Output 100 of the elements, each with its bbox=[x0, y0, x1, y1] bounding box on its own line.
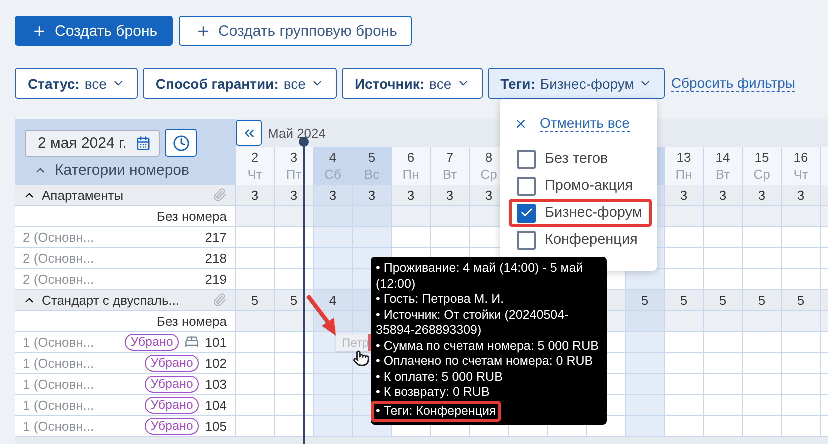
grid-cell bbox=[314, 374, 353, 395]
grid-cell bbox=[704, 248, 743, 269]
paperclip-icon bbox=[213, 188, 227, 202]
count-cell: 3 bbox=[743, 185, 782, 206]
checkbox[interactable] bbox=[517, 204, 536, 222]
count-cell: 5 bbox=[665, 290, 704, 311]
filter-dropdown[interactable]: Теги: Бизнес-форум bbox=[488, 68, 666, 99]
grid-cell bbox=[665, 311, 704, 332]
tag-option[interactable]: Конференция bbox=[509, 226, 652, 254]
room-row[interactable]: 1 (Основн... Убрано 102 bbox=[15, 353, 236, 374]
tooltip-line: • Оплачено по счетам номера: 0 RUB bbox=[375, 354, 594, 370]
filter-dropdown[interactable]: Способ гарантии: все bbox=[142, 68, 337, 99]
grid-cell bbox=[236, 416, 275, 437]
month-label: Май 2024 bbox=[268, 126, 326, 140]
grid-cell bbox=[704, 227, 743, 248]
room-row[interactable]: 1 (Основн... Убрано 104 bbox=[15, 395, 236, 416]
calendar-icon bbox=[136, 136, 151, 150]
grid-cell bbox=[743, 395, 782, 416]
tooltip-line: • К оплате: 5 000 RUB bbox=[375, 370, 504, 385]
grid-cell bbox=[704, 206, 743, 227]
grid-cell bbox=[782, 353, 821, 374]
room-row[interactable]: 1 (Основн... Убрано 103 bbox=[15, 374, 236, 395]
grid-cell bbox=[275, 416, 314, 437]
grid-cell bbox=[392, 227, 431, 248]
tag-option[interactable]: Бизнес-форум bbox=[509, 199, 652, 227]
count-cell: 5 bbox=[275, 290, 314, 311]
tag-option[interactable]: Промо-акция bbox=[509, 172, 652, 200]
day-header: 14 Вт bbox=[704, 147, 743, 185]
grid-cell bbox=[782, 269, 821, 290]
grid-cell bbox=[704, 269, 743, 290]
category-row[interactable]: Стандарт с двуспаль... bbox=[15, 290, 236, 311]
room-row[interactable]: 1 (Основн... Убрано 101 bbox=[15, 332, 236, 353]
tag-option[interactable]: Без тегов bbox=[509, 145, 652, 173]
count-cell: 5 bbox=[626, 290, 665, 311]
count-cell: 3 bbox=[392, 185, 431, 206]
grid-cell bbox=[236, 332, 275, 353]
grid-cell bbox=[314, 416, 353, 437]
filter-dropdown[interactable]: Статус: все bbox=[15, 68, 138, 99]
day-header: 13 Пн bbox=[665, 147, 704, 185]
status-badge: Убрано bbox=[144, 354, 200, 372]
day-header: 6 Пн bbox=[392, 147, 431, 185]
count-cell: 5 bbox=[704, 290, 743, 311]
categories-header: Категории номеров bbox=[55, 162, 190, 179]
clear-all-link[interactable]: Отменить все bbox=[540, 115, 630, 132]
room-row[interactable]: 2 (Основн... 217 bbox=[15, 227, 236, 248]
grid-cell bbox=[743, 374, 782, 395]
status-badge: Убрано bbox=[124, 334, 180, 350]
checkbox[interactable] bbox=[517, 230, 536, 250]
grid-cell bbox=[236, 206, 275, 227]
grid-cell bbox=[236, 374, 275, 395]
tooltip-line: • Сумма по счетам номера: 5 000 RUB bbox=[375, 338, 600, 354]
status-badge: Убрано bbox=[144, 396, 200, 414]
create-booking-button[interactable]: Создать бронь bbox=[15, 16, 173, 46]
grid-cell bbox=[626, 395, 665, 416]
grid-cell bbox=[782, 416, 821, 437]
room-row[interactable]: 1 (Основн... Убрано 105 bbox=[15, 416, 236, 437]
clock-button[interactable] bbox=[165, 129, 197, 157]
room-row[interactable]: Без номера bbox=[15, 206, 236, 227]
grid-cell bbox=[743, 206, 782, 227]
grid-cell bbox=[314, 227, 353, 248]
grid-cell bbox=[431, 206, 470, 227]
grid-cell bbox=[353, 206, 392, 227]
grid-cell bbox=[236, 353, 275, 374]
category-row[interactable]: Апартаменты bbox=[15, 185, 236, 206]
grid-cell bbox=[782, 395, 821, 416]
room-row[interactable]: Без номера bbox=[15, 311, 236, 332]
grid-cell bbox=[275, 374, 314, 395]
grid-cell bbox=[743, 353, 782, 374]
day-header: 15 Ср bbox=[743, 147, 782, 185]
room-row[interactable]: 2 (Основн... 218 bbox=[15, 248, 236, 269]
status-badge: Убрано bbox=[144, 376, 200, 392]
reset-filters-link[interactable]: Сбросить фильтры bbox=[671, 75, 796, 92]
grid-cell bbox=[665, 269, 704, 290]
grid-cell bbox=[275, 227, 314, 248]
checkbox[interactable] bbox=[517, 176, 536, 196]
day-header: 5 Вс bbox=[353, 147, 392, 185]
count-cell: 5 bbox=[236, 290, 275, 311]
filter-dropdown[interactable]: Источник: все bbox=[342, 68, 483, 99]
day-header: 2 Чт bbox=[236, 147, 275, 185]
grid-cell bbox=[782, 311, 821, 332]
create-booking-button[interactable]: Создать групповую бронь bbox=[178, 16, 412, 46]
room-row[interactable]: 2 (Основн... 219 bbox=[15, 269, 236, 290]
previous-button[interactable] bbox=[236, 120, 262, 146]
grid-cell bbox=[743, 248, 782, 269]
grid-cell bbox=[275, 311, 314, 332]
checkbox[interactable] bbox=[517, 150, 536, 168]
grid-cell bbox=[665, 206, 704, 227]
grid-cell bbox=[275, 269, 314, 290]
date-field[interactable]: 2 мая 2024 г. bbox=[25, 130, 160, 156]
tooltip-line: • Источник: От стойки (20240504-35894-268893309) bbox=[375, 308, 570, 338]
grid-cell bbox=[314, 206, 353, 227]
count-cell: 3 bbox=[314, 185, 353, 206]
grid-cell bbox=[743, 332, 782, 353]
tooltip-line: • Гость: Петрова М. И. bbox=[375, 292, 506, 308]
grid-cell bbox=[275, 206, 314, 227]
grid-cell bbox=[743, 416, 782, 437]
grid-cell bbox=[236, 311, 275, 332]
day-header: 4 Сб bbox=[314, 147, 353, 185]
grid-cell bbox=[782, 227, 821, 248]
grid-cell bbox=[236, 395, 275, 416]
